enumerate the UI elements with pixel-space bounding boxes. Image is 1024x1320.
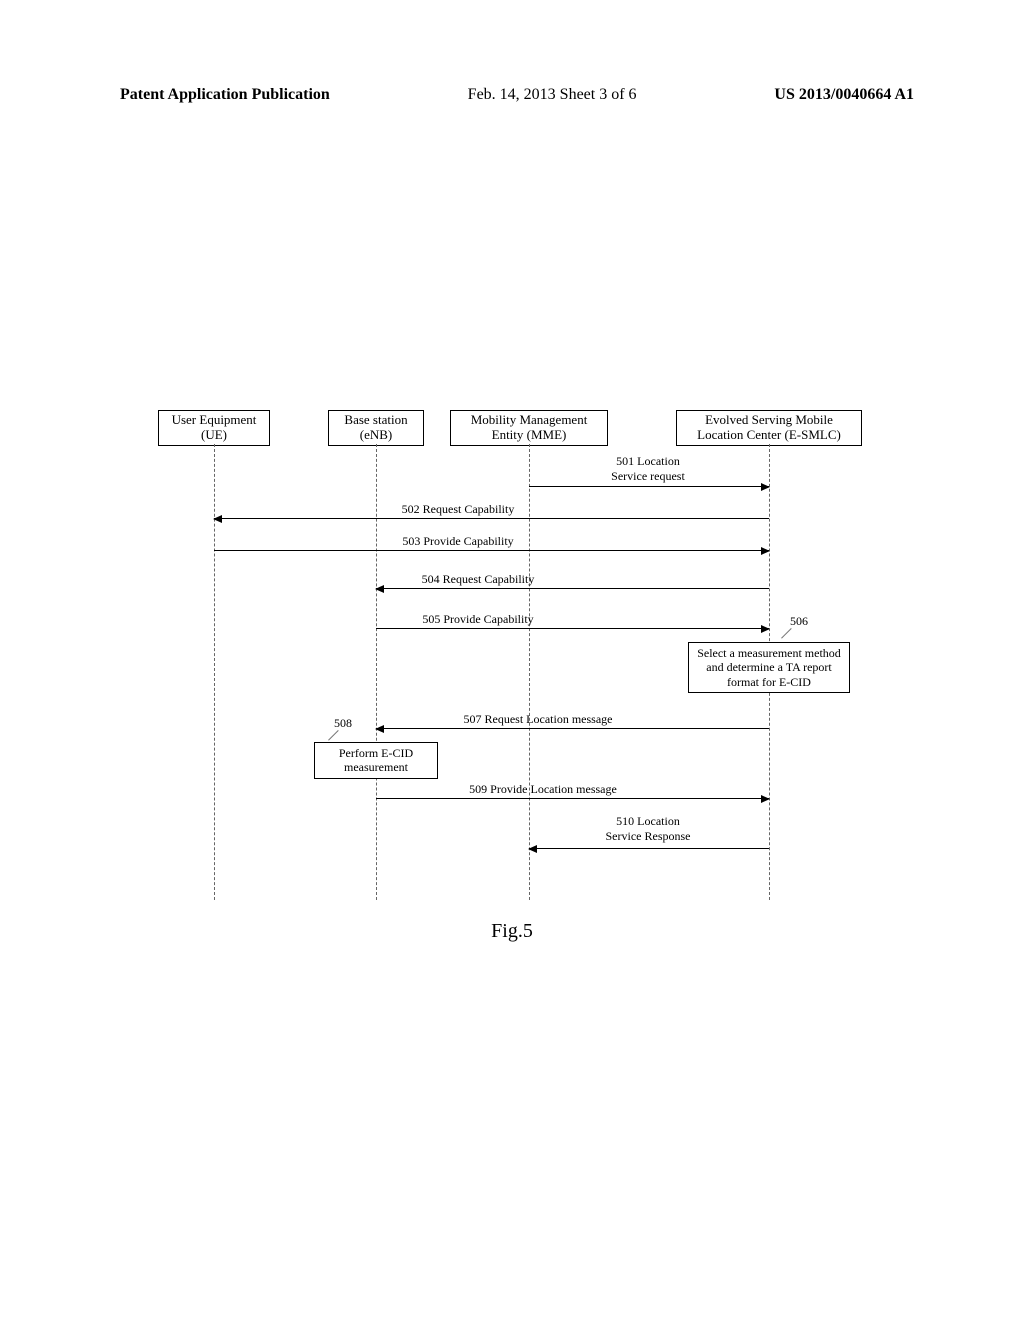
entity-mme-line1: Mobility Management [471,412,588,427]
label-510: 510 Location Service Response [573,814,723,844]
label-509: 509 Provide Location message [443,782,643,797]
label-503: 503 Provide Capability [383,534,533,549]
figure-caption: Fig.5 [0,920,1024,943]
arrow-501 [529,486,769,487]
entity-ue: User Equipment (UE) [158,410,270,446]
callout-508: 508 [334,716,352,731]
sequence-diagram: User Equipment (UE) Base station (eNB) M… [158,410,868,920]
lifeline-ue [214,444,215,900]
arrow-505 [376,628,769,629]
entity-smlc-line1: Evolved Serving Mobile [705,412,833,427]
entity-smlc: Evolved Serving Mobile Location Center (… [676,410,862,446]
arrow-507 [376,728,769,729]
arrow-509 [376,798,769,799]
entity-ue-line1: User Equipment [172,412,257,427]
entity-enb-line1: Base station [344,412,407,427]
arrow-504 [376,588,769,589]
label-502: 502 Request Capability [383,502,533,517]
label-501: 501 Location Service request [573,454,723,484]
entity-enb: Base station (eNB) [328,410,424,446]
entity-mme: Mobility Management Entity (MME) [450,410,608,446]
callout-506: 506 [790,614,808,629]
entity-enb-line2: (eNB) [360,427,393,442]
publication-number: US 2013/0040664 A1 [774,86,914,104]
page-header: Patent Application Publication Feb. 14, … [120,86,914,104]
arrow-503 [214,550,769,551]
label-505: 505 Provide Capability [403,612,553,627]
entity-mme-line2: Entity (MME) [492,427,567,442]
entity-smlc-line2: Location Center (E-SMLC) [697,427,841,442]
label-504: 504 Request Capability [403,572,553,587]
arrow-502 [214,518,769,519]
entity-ue-line2: (UE) [201,427,227,442]
arrow-510 [529,848,769,849]
page: Patent Application Publication Feb. 14, … [0,0,1024,1320]
sheet-indicator: Feb. 14, 2013 Sheet 3 of 6 [468,86,637,104]
publication-label: Patent Application Publication [120,86,330,104]
label-507: 507 Request Location message [438,712,638,727]
note-506: Select a measurement method and determin… [688,642,850,693]
lifeline-enb [376,444,377,900]
note-508: Perform E-CID measurement [314,742,438,779]
